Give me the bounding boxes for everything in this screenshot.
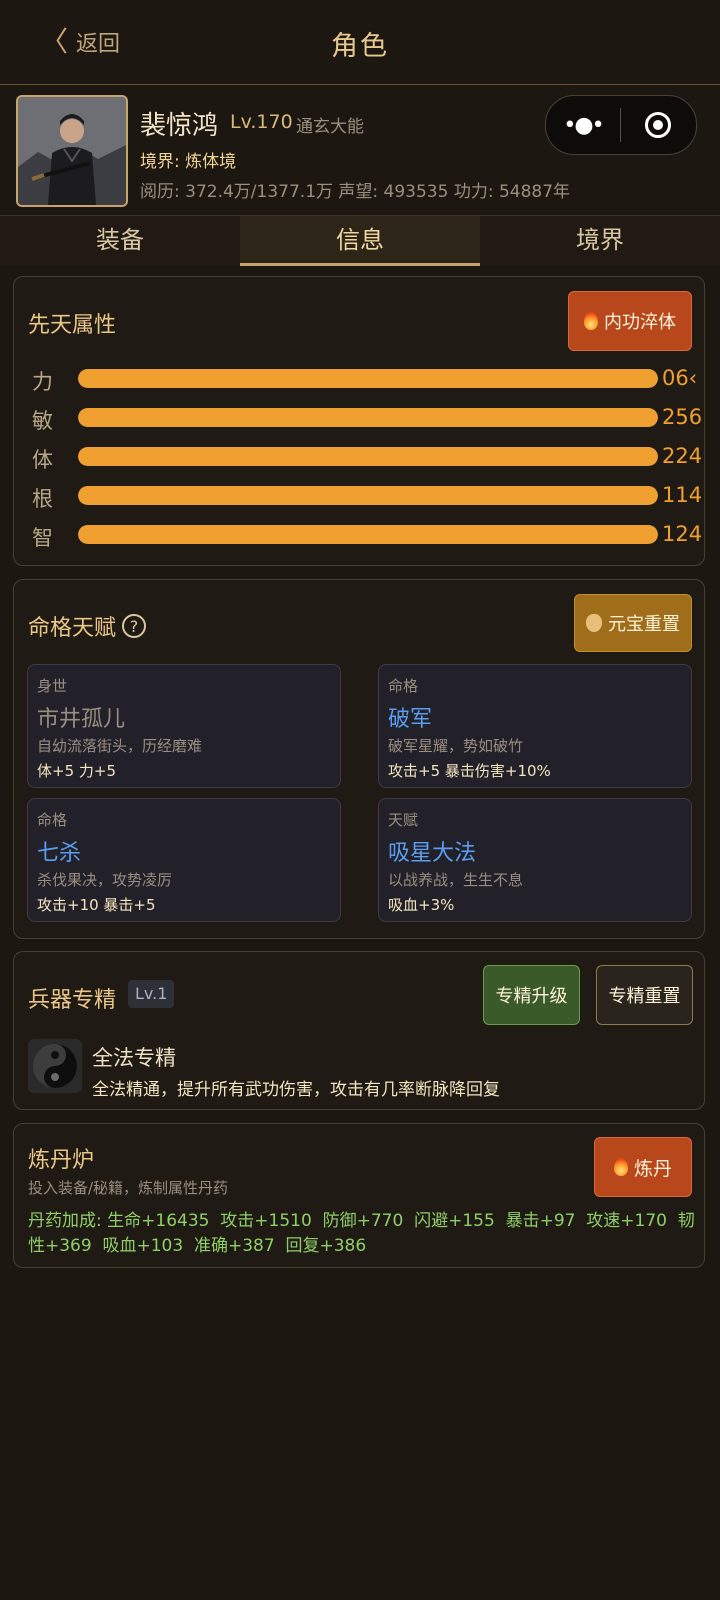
alchemy-button[interactable]: 炼丹 <box>594 1137 692 1197</box>
weapon-mastery-card: 兵器专精 Lv.1 专精升级 专精重置 全法专精 全法精通，提升所有武功伤害，攻… <box>13 951 705 1110</box>
tab-realm[interactable]: 境界 <box>480 216 720 266</box>
talent-bonus: 攻击+5 暴击伤害+10% <box>388 762 551 780</box>
pill-bonus-line-1: 丹药加成: 生命+16435 攻击+1510 防御+770 闪避+155 暴击+… <box>28 1211 695 1231</box>
attribute-bar-fill <box>78 447 658 466</box>
innate-title: 先天属性 <box>28 313 117 338</box>
talent-desc: 以战养战，生生不息 <box>388 871 524 889</box>
talent-name: 破军 <box>388 707 433 732</box>
attribute-bar <box>78 525 658 544</box>
inner-tempering-button[interactable]: 内功淬体 <box>568 291 692 351</box>
attribute-bar-fill <box>78 369 658 388</box>
mastery-upgrade-button[interactable]: 专精升级 <box>483 965 580 1025</box>
attribute-bar <box>78 369 658 388</box>
innate-attributes-card: 先天属性 内功淬体 力 ›06 敏 256 体 224 根 114 智 124 <box>13 276 705 566</box>
mini-program-capsule: •●• <box>545 95 697 155</box>
attribute-bar-fill <box>78 408 658 427</box>
attribute-label: 力 <box>32 370 53 394</box>
skill-desc: 全法精通，提升所有武功伤害，攻击有几率断脉降回复 <box>92 1080 500 1100</box>
talent-name: 七杀 <box>37 841 82 866</box>
talent-category: 命格 <box>388 677 419 695</box>
tab-equipment[interactable]: 装备 <box>0 216 240 266</box>
tab-info[interactable]: 信息 <box>240 216 480 266</box>
more-dots-icon: •●• <box>563 112 604 138</box>
talent-bonus: 攻击+10 暴击+5 <box>37 896 156 914</box>
furnace-title: 炼丹炉 <box>28 1148 95 1173</box>
attribute-bar <box>78 408 658 427</box>
character-realm: 境界: 炼体境 <box>140 152 237 172</box>
close-program-button[interactable] <box>621 112 695 138</box>
money-bag-icon <box>586 614 602 632</box>
mastery-reset-button[interactable]: 专精重置 <box>596 965 693 1025</box>
talent-category: 命格 <box>37 811 68 829</box>
attribute-value: ›06 <box>662 366 698 390</box>
talent-desc: 破军星耀，势如破竹 <box>388 737 524 755</box>
talent-name: 吸星大法 <box>388 841 477 866</box>
attribute-label: 智 <box>32 526 53 550</box>
character-stats: 阅历: 372.4万/1377.1万 声望: 493535 功力: 54887年 <box>140 182 571 202</box>
tab-bar: 装备 信息 境界 <box>0 216 720 266</box>
attribute-bar <box>78 447 658 466</box>
attribute-row: 根 114 <box>28 483 708 511</box>
attribute-label: 根 <box>32 487 53 511</box>
target-circle-icon <box>645 112 671 138</box>
pill-bonus-line-2: 性+369 吸血+103 准确+387 回复+386 <box>28 1236 367 1256</box>
warrior-portrait-icon <box>18 97 126 205</box>
alchemy-furnace-card: 炼丹炉 投入装备/秘籍，炼制属性丹药 炼丹 丹药加成: 生命+16435 攻击+… <box>13 1123 705 1268</box>
attribute-value: 224 <box>662 444 703 468</box>
attribute-value: 256 <box>662 405 703 429</box>
more-menu-button[interactable]: •●• <box>546 113 620 138</box>
profile-section: 裴惊鸿 Lv.170 通玄大能 境界: 炼体境 阅历: 372.4万/1377.… <box>0 85 720 216</box>
page-title: 角色 <box>331 31 389 62</box>
attribute-row: 智 124 <box>28 522 708 550</box>
yin-yang-icon <box>28 1039 82 1093</box>
talent-desc: 自幼流落街头，历经磨难 <box>37 737 203 755</box>
talent-bonus: 体+5 力+5 <box>37 762 116 780</box>
talents-title-row: 命格天赋 ? <box>28 610 147 642</box>
attribute-bar-fill <box>78 486 658 505</box>
furnace-subtitle: 投入装备/秘籍，炼制属性丹药 <box>28 1179 229 1197</box>
skill-name: 全法专精 <box>92 1046 176 1070</box>
flame-icon <box>613 1158 628 1176</box>
character-avatar[interactable] <box>16 95 128 207</box>
talent-cell[interactable]: 身世 市井孤儿 自幼流落街头，历经磨难 体+5 力+5 <box>27 664 341 788</box>
talent-cell[interactable]: 命格 七杀 杀伐果决，攻势凌厉 攻击+10 暴击+5 <box>27 798 341 922</box>
top-nav-bar: 〈 返回 角色 <box>0 0 720 85</box>
attribute-row: 力 ›06 <box>28 366 708 394</box>
attribute-label: 体 <box>32 448 53 472</box>
attribute-label: 敏 <box>32 409 53 433</box>
flame-icon <box>584 312 598 330</box>
attribute-bar-fill <box>78 525 658 544</box>
mastery-reset-label: 专精重置 <box>608 986 681 1007</box>
weapon-title: 兵器专精 <box>28 988 117 1013</box>
character-level: Lv.170 <box>230 111 293 133</box>
talent-category: 天赋 <box>388 811 419 829</box>
talents-card: 命格天赋 ? 元宝重置 身世 市井孤儿 自幼流落街头，历经磨难 体+5 力+5 … <box>13 579 705 939</box>
alchemy-label: 炼丹 <box>633 1157 672 1180</box>
attribute-value: 124 <box>662 522 703 546</box>
character-rank: 通玄大能 <box>296 117 364 137</box>
help-icon[interactable]: ? <box>122 614 147 638</box>
talent-bonus: 吸血+3% <box>388 896 455 914</box>
talent-cell[interactable]: 天赋 吸星大法 以战养战，生生不息 吸血+3% <box>378 798 692 922</box>
talents-title: 命格天赋 <box>28 616 117 641</box>
attribute-value: 114 <box>662 483 703 507</box>
attribute-row: 敏 256 <box>28 405 708 433</box>
character-name: 裴惊鸿 <box>140 111 219 141</box>
weapon-level-badge: Lv.1 <box>128 980 175 1008</box>
talent-cell[interactable]: 命格 破军 破军星耀，势如破竹 攻击+5 暴击伤害+10% <box>378 664 692 788</box>
mastery-upgrade-label: 专精升级 <box>495 986 568 1007</box>
talent-desc: 杀伐果决，攻势凌厉 <box>37 871 173 889</box>
talent-name: 市井孤儿 <box>37 707 126 732</box>
ingot-reset-button[interactable]: 元宝重置 <box>574 594 692 652</box>
attribute-row: 体 224 <box>28 444 708 472</box>
ingot-reset-label: 元宝重置 <box>608 614 680 635</box>
attribute-bar <box>78 486 658 505</box>
talent-category: 身世 <box>37 677 68 695</box>
inner-tempering-label: 内功淬体 <box>604 312 676 333</box>
